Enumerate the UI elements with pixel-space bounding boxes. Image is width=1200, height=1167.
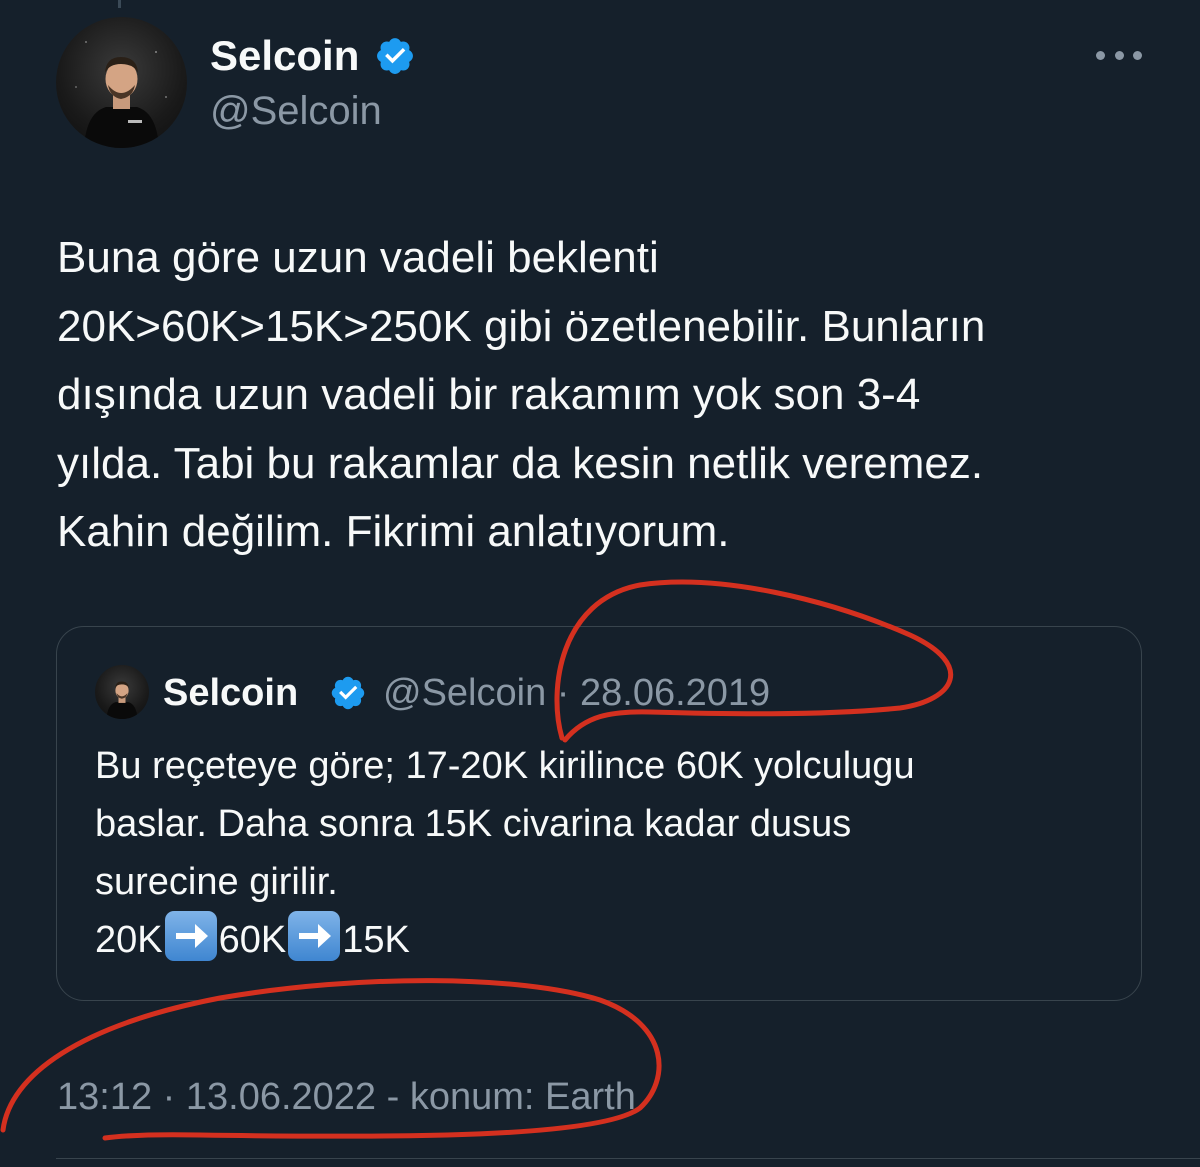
quoted-text-line: surecine girilir.: [95, 861, 338, 903]
separator-dot: ·: [162, 1076, 176, 1118]
person-photo-icon: [75, 41, 167, 148]
more-options-icon[interactable]: [1096, 40, 1142, 70]
tweet-date: 13.06.2022: [185, 1076, 377, 1118]
quoted-author-name: Selcoin: [163, 672, 299, 714]
tweet-text-line: 20K>60K>15K>250K gibi özetlenebilir. Bun…: [57, 301, 986, 351]
quoted-author-handle: @Selcoin: [383, 672, 547, 714]
dot: [1133, 50, 1142, 60]
tweet-time: 13:12: [57, 1076, 153, 1118]
tweet-location: - konum: Earth: [386, 1076, 636, 1118]
tweet-text: Buna göre uzun vadeli beklenti 20K>60K>1…: [57, 224, 1167, 567]
tweet-text-line: Buna göre uzun vadeli beklenti: [57, 233, 659, 282]
quoted-author-avatar[interactable]: [95, 665, 149, 719]
quoted-meta: @Selcoin · 28.06.2019: [383, 669, 770, 717]
verified-badge-icon: [377, 38, 413, 74]
person-photo-icon: [106, 681, 138, 719]
separator-dot: ·: [556, 672, 570, 714]
sequence-value: 20K: [95, 919, 163, 961]
sequence-value: 15K: [342, 919, 410, 961]
dot: [1114, 50, 1124, 60]
sequence-value: 60K: [218, 919, 287, 961]
author-avatar[interactable]: [56, 17, 187, 148]
tweet-text-line: dışında uzun vadeli bir rakamım yok son …: [57, 370, 921, 419]
tweet-text-line: yılda. Tabi bu rakamlar da kesin netlik …: [57, 438, 984, 488]
quoted-text-line: Bu reçeteye göre; 17-20K kirilince 60K y…: [95, 745, 915, 787]
verified-badge-icon: [331, 676, 365, 710]
quoted-tweet-text: Bu reçeteye göre; 17-20K kirilince 60K y…: [95, 737, 1125, 969]
right-arrow-emoji-icon: [164, 911, 217, 961]
divider: [56, 1158, 1200, 1159]
tweet-timestamp[interactable]: 13:12 · 13.06.2022 - konum: Earth: [57, 1073, 636, 1121]
tweet-text-line: Kahin değilim. Fikrimi anlatıyorum.: [57, 507, 730, 556]
dot: [1096, 50, 1105, 60]
tweet[interactable]: Selcoin @Selcoin Buna göre uzun vadeli b…: [0, 0, 1200, 1167]
quoted-date: 28.06.2019: [580, 672, 771, 714]
author-name[interactable]: Selcoin: [210, 30, 359, 82]
author-handle[interactable]: @Selcoin: [210, 86, 382, 136]
quoted-tweet-card[interactable]: Selcoin @Selcoin · 28.06.2019 Bu reçetey…: [56, 626, 1142, 1001]
right-arrow-emoji-icon: [288, 911, 341, 961]
quoted-sequence-line: 20K 60K 15K: [95, 911, 1125, 969]
scroll-indicator: [118, 0, 121, 8]
quoted-text-line: baslar. Daha sonra 15K civarina kadar du…: [95, 803, 852, 845]
